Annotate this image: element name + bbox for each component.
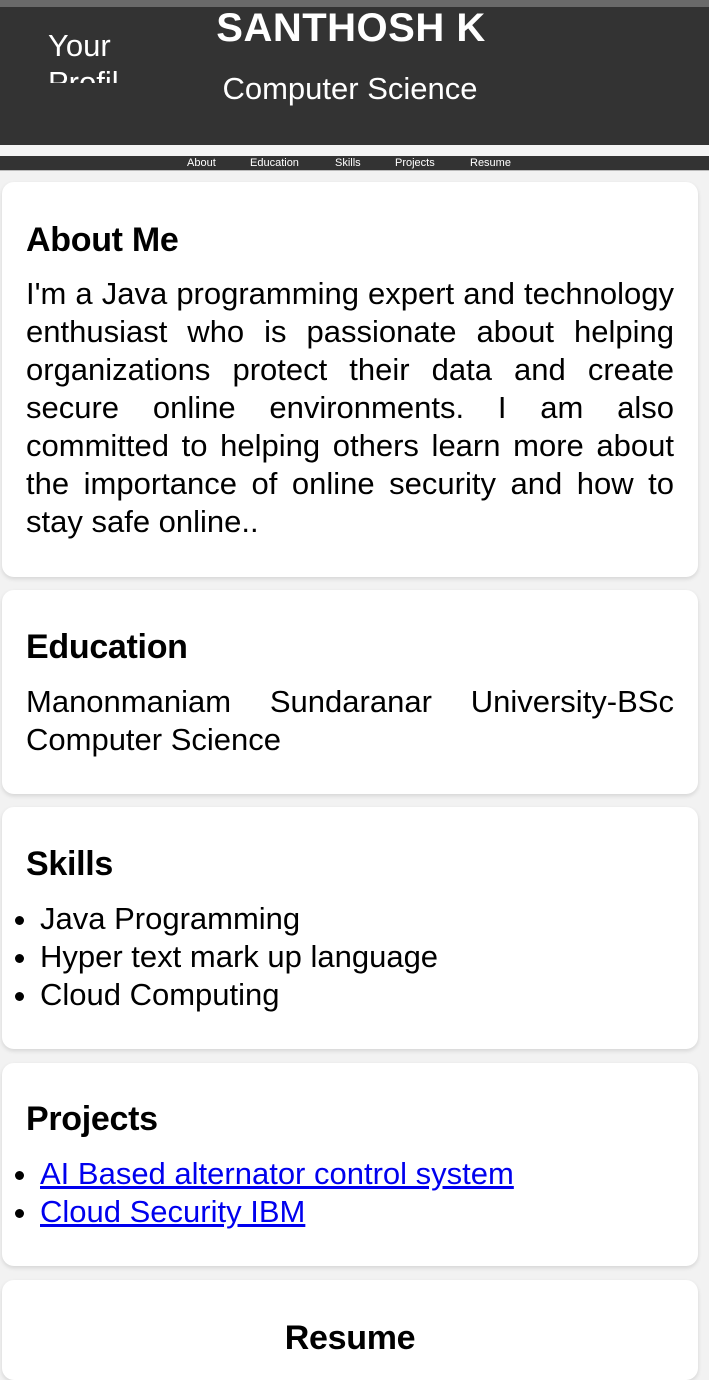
about-section: About Me I'm a Java programming expert a… [2, 182, 698, 577]
projects-list: AI Based alternator control system Cloud… [2, 1155, 514, 1231]
header-spacer [0, 145, 709, 156]
project-link[interactable]: Cloud Security IBM [40, 1194, 305, 1229]
project-item: AI Based alternator control system [40, 1155, 514, 1193]
nav-link-skills[interactable]: Skills [335, 156, 361, 170]
profile-subtitle: Computer Science [222, 71, 478, 106]
nav-link-resume[interactable]: Resume [470, 156, 511, 170]
skill-item: Hyper text mark up language [40, 938, 438, 976]
education-heading: Education [26, 628, 188, 666]
skills-section: Skills Java Programming Hyper text mark … [2, 807, 698, 1049]
project-item: Cloud Security IBM [40, 1193, 514, 1231]
section-nav: About Education Skills Projects Resume [0, 156, 709, 171]
profile-name: SANTHOSH K [216, 6, 486, 50]
project-link[interactable]: AI Based alternator control system [40, 1156, 514, 1191]
skills-list: Java Programming Hyper text mark up lang… [2, 900, 438, 1014]
resume-section: Resume [2, 1280, 698, 1380]
projects-heading: Projects [26, 1100, 158, 1138]
skill-item: Cloud Computing [40, 976, 438, 1014]
education-section: Education Manonmaniam Sundaranar Univers… [2, 590, 698, 794]
nav-link-education[interactable]: Education [250, 156, 299, 170]
about-text: I'm a Java programming expert and techno… [26, 276, 674, 539]
skills-heading: Skills [26, 845, 114, 883]
profile-header: Your Profile SANTHOSH K Computer Science [0, 6, 709, 145]
skill-item: Java Programming [40, 900, 438, 938]
education-text: Manonmaniam Sundaranar University-BSc Co… [26, 684, 674, 757]
resume-heading: Resume [284, 1319, 416, 1357]
nav-link-about[interactable]: About [187, 156, 216, 170]
about-heading: About Me [26, 221, 179, 259]
projects-section: Projects AI Based alternator control sys… [2, 1063, 698, 1266]
nav-link-projects[interactable]: Projects [395, 156, 435, 170]
